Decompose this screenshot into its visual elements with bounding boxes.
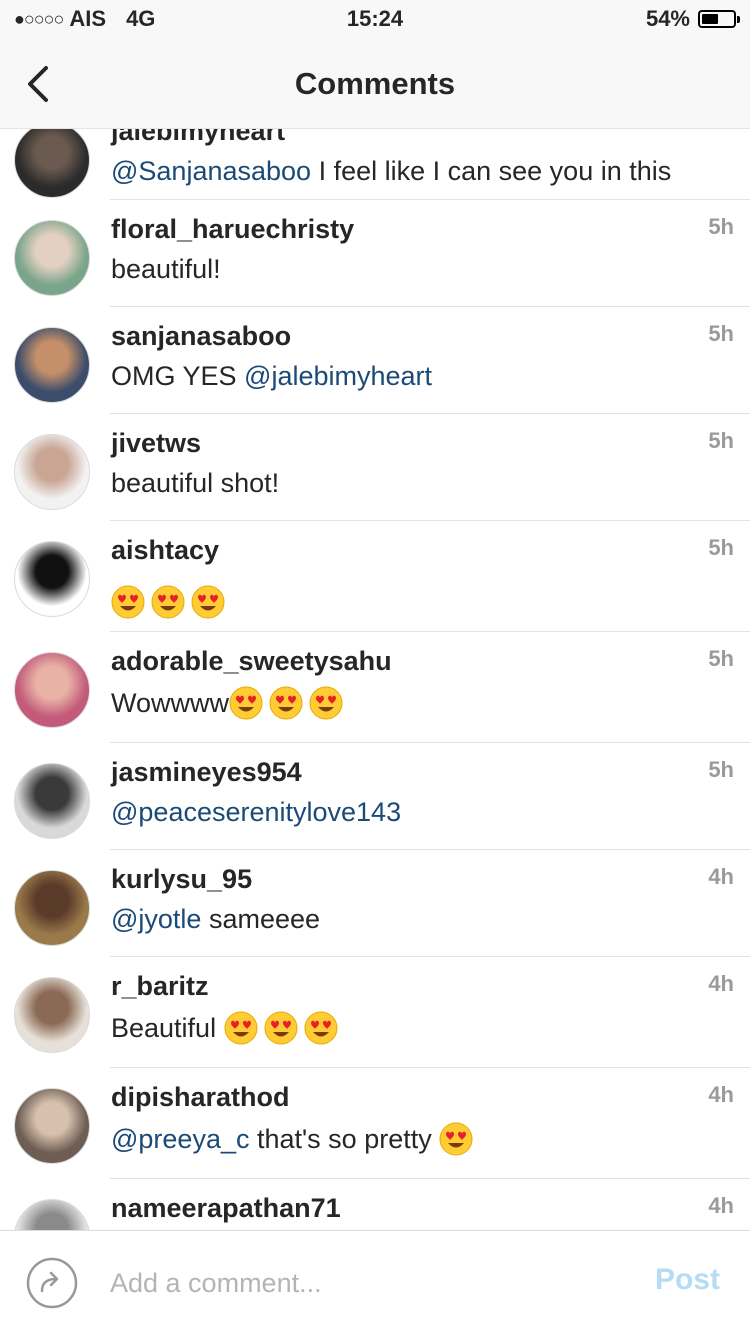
mention-link[interactable]: @jyotle (111, 904, 201, 935)
comment-row[interactable]: jivetws 5h beautiful shot! (0, 414, 750, 521)
avatar[interactable] (14, 220, 90, 296)
comment-username[interactable]: kurlysu_95 (111, 864, 252, 895)
avatar[interactable] (14, 128, 90, 198)
comment-text: @Sanjanasaboo I feel like I can see you … (111, 156, 671, 187)
comment-row[interactable]: floral_haruechristy 5h beautiful! (0, 200, 750, 307)
comment-username[interactable]: r_baritz (111, 971, 209, 1002)
comment-body: sameeee (201, 904, 321, 934)
comment-text: @jyotle sameeee (111, 904, 320, 935)
comment-username[interactable]: jasmineyes954 (111, 757, 302, 788)
avatar[interactable] (14, 870, 90, 946)
comment-username[interactable]: adorable_sweetysahu (111, 646, 392, 677)
comment-row[interactable]: adorable_sweetysahu 5h Wowwww (0, 632, 750, 743)
comment-row[interactable]: jalebimyheart @Sanjanasaboo I feel like I… (0, 128, 750, 200)
comment-time: 5h (708, 535, 734, 560)
battery-info: 54% (645, 6, 740, 32)
avatar[interactable] (14, 1199, 90, 1230)
mention-link[interactable]: @Sanjanasaboo (111, 156, 311, 187)
comment-username[interactable]: jivetws (111, 428, 201, 459)
comment-time: 5h (708, 321, 734, 346)
comment-text: OMG YES @jalebimyheart (111, 361, 432, 392)
comment-row[interactable]: sanjanasaboo 5h OMG YES @jalebimyheart (0, 307, 750, 414)
status-bar: ●○○○○ AIS 4G 15:24 54% (0, 0, 750, 40)
comment-username[interactable]: aishtacy (111, 535, 219, 566)
heart-eyes-emoji-icon (269, 686, 303, 720)
heart-eyes-emoji-icon (111, 585, 145, 619)
heart-eyes-emoji-icon (191, 585, 225, 619)
share-arrow-icon (26, 1257, 78, 1309)
comment-body: beautiful shot! (111, 468, 280, 498)
battery-percent: 54% (645, 6, 690, 31)
comment-text: @preeya_c that's so pretty (111, 1122, 479, 1156)
heart-eyes-emoji-icon (304, 1011, 338, 1045)
comment-username[interactable]: floral_haruechristy (111, 214, 354, 245)
avatar[interactable] (14, 541, 90, 617)
comment-time: 5h (708, 757, 734, 782)
comment-username[interactable]: nameerapathan71 (111, 1193, 341, 1224)
comment-time: 5h (708, 214, 734, 239)
battery-icon (698, 10, 740, 28)
battery-level-fill (702, 14, 718, 24)
post-button[interactable]: Post (655, 1263, 720, 1297)
heart-eyes-emoji-icon (264, 1011, 298, 1045)
comment-body: I feel like I can see you in this (311, 156, 672, 186)
comment-row[interactable]: jasmineyes954 5h @peaceserenitylove143 (0, 743, 750, 850)
comment-username[interactable]: sanjanasaboo (111, 321, 291, 352)
heart-eyes-emoji-icon (224, 1011, 258, 1045)
avatar[interactable] (14, 327, 90, 403)
comment-time: 4h (708, 1082, 734, 1107)
comment-text: beautiful! (111, 254, 221, 285)
comment-time: 4h (708, 864, 734, 889)
page-title: Comments (294, 66, 456, 101)
comment-text: @peaceserenitylove143 (111, 797, 401, 828)
comment-composer: Post (0, 1230, 750, 1335)
comment-body: Beautiful (111, 1012, 224, 1043)
comment-row[interactable]: aishtacy 5h (0, 521, 750, 632)
comment-username[interactable]: dipisharathod (111, 1082, 290, 1113)
comment-row[interactable]: r_baritz 4h Beautiful (0, 957, 750, 1068)
share-button[interactable] (26, 1257, 78, 1309)
mention-link[interactable]: @peaceserenitylove143 (111, 797, 401, 828)
status-time: 15:24 (346, 6, 404, 31)
comment-text: beautiful shot! (111, 468, 279, 499)
mention-link[interactable]: @jalebimyheart (244, 361, 432, 392)
avatar[interactable] (14, 763, 90, 839)
comment-text: Beautiful (111, 1011, 344, 1045)
comment-body: OMG YES (111, 361, 245, 391)
comment-row[interactable]: nameerapathan71 4h (0, 1179, 750, 1230)
navigation-bar: Comments (0, 40, 750, 129)
comment-time: 4h (708, 971, 734, 996)
comment-body: beautiful! (111, 254, 221, 284)
heart-eyes-emoji-icon (229, 686, 263, 720)
avatar[interactable] (14, 434, 90, 510)
comment-input[interactable] (110, 1261, 610, 1305)
comment-row[interactable]: kurlysu_95 4h @jyotle sameeee (0, 850, 750, 957)
avatar[interactable] (14, 652, 90, 728)
heart-eyes-emoji-icon (439, 1122, 473, 1156)
comment-text (111, 585, 231, 619)
mention-link[interactable]: @preeya_c (111, 1124, 249, 1155)
comment-text: Wowwww (111, 686, 349, 720)
comment-body: Wowwww (111, 687, 230, 718)
avatar[interactable] (14, 1088, 90, 1164)
heart-eyes-emoji-icon (151, 585, 185, 619)
avatar[interactable] (14, 977, 90, 1053)
heart-eyes-emoji-icon (309, 686, 343, 720)
comment-row[interactable]: dipisharathod 4h @preeya_c that's so prett… (0, 1068, 750, 1179)
comment-list[interactable]: jalebimyheart @Sanjanasaboo I feel like I… (0, 128, 750, 1230)
comment-time: 5h (708, 646, 734, 671)
comment-body: that's so pretty (249, 1123, 440, 1154)
comment-username[interactable]: jalebimyheart (111, 128, 285, 147)
comment-time: 5h (708, 428, 734, 453)
comment-time: 4h (708, 1193, 734, 1218)
